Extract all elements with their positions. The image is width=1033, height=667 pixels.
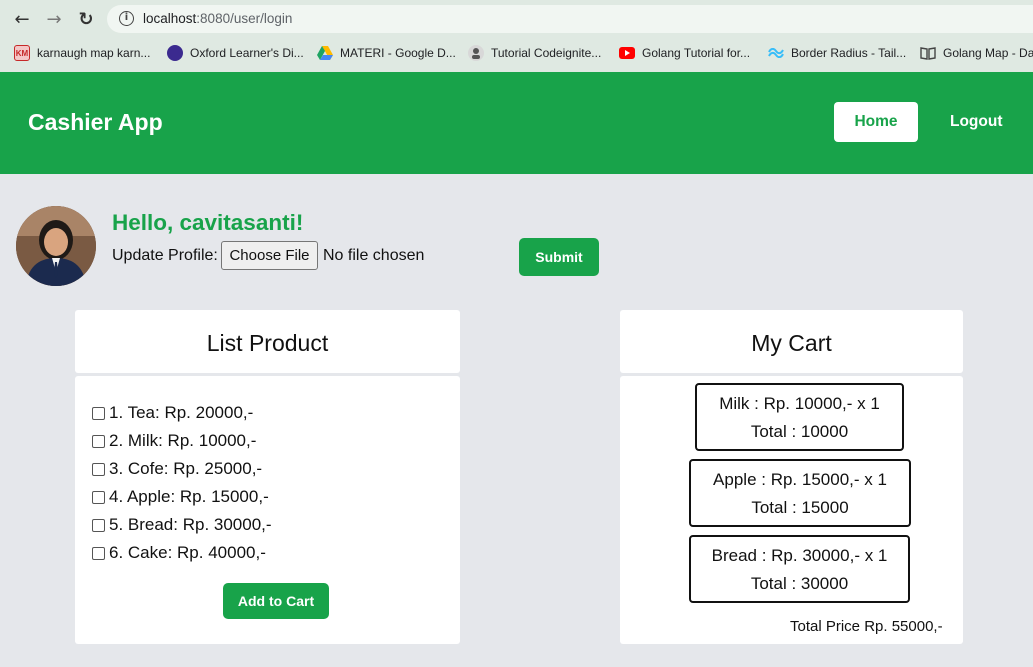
product-item[interactable]: 6. Cake: Rp. 40000,- xyxy=(92,542,266,564)
cart-item-total: Total : 15000 xyxy=(751,498,849,517)
logout-button[interactable]: Logout xyxy=(950,113,1003,131)
bookmarks-bar: KM karnaugh map karn... Oxford Learner's… xyxy=(0,38,1033,68)
brand-title[interactable]: Cashier App xyxy=(28,109,163,136)
bookmark-item[interactable]: Golang Map - Da xyxy=(920,43,1033,63)
bookmark-label: karnaugh map karn... xyxy=(37,46,151,60)
bookmark-label: Golang Tutorial for... xyxy=(642,46,751,60)
cart-item-line: Milk : Rp. 10000,- x 1 xyxy=(719,394,880,413)
total-price: Total Price Rp. 55000,- xyxy=(790,618,943,635)
bookmark-label: Tutorial Codeignite... xyxy=(491,46,602,60)
reload-icon[interactable]: ↻ xyxy=(75,9,97,31)
bookmark-item[interactable]: Tutorial Codeignite... xyxy=(468,43,601,63)
arrow-right-icon[interactable]: → xyxy=(43,9,65,31)
add-to-cart-button[interactable]: Add to Cart xyxy=(223,583,329,619)
bookmark-item[interactable]: Golang Tutorial for... xyxy=(619,43,750,63)
avatar xyxy=(16,206,96,286)
bookmark-label: Golang Map - Da xyxy=(943,46,1033,60)
bookmark-label: MATERI - Google D... xyxy=(340,46,456,60)
bookmark-item[interactable]: Oxford Learner's Di... xyxy=(167,43,304,63)
product-label: 4. Apple: Rp. 15000,- xyxy=(109,487,269,506)
product-item[interactable]: 3. Cofe: Rp. 25000,- xyxy=(92,458,262,480)
arrow-left-icon[interactable]: ← xyxy=(11,9,33,31)
product-label: 3. Cofe: Rp. 25000,- xyxy=(109,459,263,478)
cart-item: Bread : Rp. 30000,- x 1 Total : 30000 xyxy=(689,535,910,603)
url-text[interactable]: localhost:8080/user/login xyxy=(143,11,292,26)
product-label: 1. Tea: Rp. 20000,- xyxy=(109,403,254,422)
choose-file-button[interactable]: Choose File xyxy=(221,241,318,270)
bookmark-item[interactable]: Border Radius - Tail... xyxy=(768,43,906,63)
product-checkbox[interactable] xyxy=(92,462,105,476)
cart-item-total: Total : 30000 xyxy=(750,574,849,593)
cart-item: Apple : Rp. 15000,- x 1 Total : 15000 xyxy=(689,459,911,527)
cart-item-line: Bread : Rp. 30000,- x 1 xyxy=(711,546,888,565)
product-item[interactable]: 1. Tea: Rp. 20000,- xyxy=(92,402,253,424)
cart-item: Milk : Rp. 10000,- x 1 Total : 10000 xyxy=(695,383,904,451)
bookmark-label: Oxford Learner's Di... xyxy=(190,46,304,60)
youtube-icon xyxy=(619,47,635,59)
product-label: 5. Bread: Rp. 30000,- xyxy=(109,515,272,534)
cart-item-total: Total : 10000 xyxy=(750,422,849,441)
home-button[interactable]: Home xyxy=(834,102,918,142)
person-icon xyxy=(468,45,484,61)
product-list: 1. Tea: Rp. 20000,- 2. Milk: Rp. 10000,-… xyxy=(75,376,460,644)
submit-button[interactable]: Submit xyxy=(519,238,599,276)
product-label: 6. Cake: Rp. 40000,- xyxy=(109,543,266,562)
google-drive-icon xyxy=(317,45,333,61)
browser-chrome: ← → ↻ i localhost:8080/user/login KM kar… xyxy=(0,0,1033,72)
book-icon xyxy=(920,45,936,61)
list-product-title: List Product xyxy=(75,310,460,373)
product-item[interactable]: 2. Milk: Rp. 10000,- xyxy=(92,430,256,452)
address-bar[interactable]: i localhost:8080/user/login xyxy=(107,5,1033,33)
tailwind-icon xyxy=(768,45,784,61)
cart-item-line: Apple : Rp. 15000,- x 1 xyxy=(713,470,887,489)
my-cart-title: My Cart xyxy=(620,310,963,373)
oxford-icon xyxy=(167,45,183,61)
product-label: 2. Milk: Rp. 10000,- xyxy=(109,431,257,450)
file-status: No file chosen xyxy=(323,247,425,264)
bookmark-label: Border Radius - Tail... xyxy=(791,46,907,60)
app-header: Cashier App Home Logout xyxy=(0,72,1033,174)
km-icon: KM xyxy=(14,45,30,61)
update-profile-label: Update Profile: xyxy=(112,247,218,264)
product-checkbox[interactable] xyxy=(92,546,105,560)
product-item[interactable]: 4. Apple: Rp. 15000,- xyxy=(92,486,269,508)
browser-toolbar: ← → ↻ i localhost:8080/user/login xyxy=(0,0,1033,38)
product-checkbox[interactable] xyxy=(92,434,105,448)
bookmark-item[interactable]: MATERI - Google D... xyxy=(317,43,456,63)
greeting: Hello, cavitasanti! xyxy=(112,210,304,235)
product-checkbox[interactable] xyxy=(92,490,105,504)
info-icon[interactable]: i xyxy=(119,11,134,26)
product-checkbox[interactable] xyxy=(92,518,105,532)
product-item[interactable]: 5. Bread: Rp. 30000,- xyxy=(92,514,272,536)
cart-list: Milk : Rp. 10000,- x 1 Total : 10000 App… xyxy=(620,376,963,644)
product-checkbox[interactable] xyxy=(92,406,105,420)
bookmark-item[interactable]: KM karnaugh map karn... xyxy=(14,43,150,63)
